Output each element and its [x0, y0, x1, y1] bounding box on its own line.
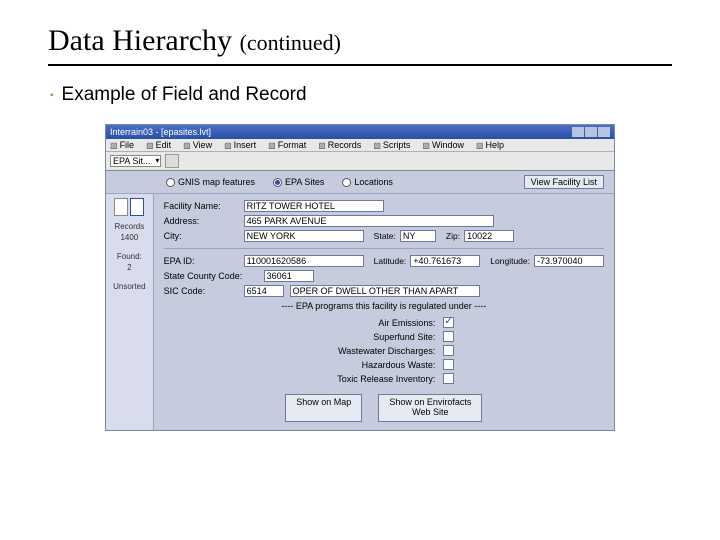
- programs-header: ---- EPA programs this facility is regul…: [164, 301, 604, 311]
- show-on-web-line1: Show on Envirofacts: [389, 397, 471, 407]
- zip-label: Zip:: [446, 231, 460, 241]
- city-field[interactable]: NEW YORK: [244, 230, 364, 242]
- air-emissions-label: Air Emissions:: [313, 318, 443, 328]
- record-thumb-icon[interactable]: [114, 198, 128, 216]
- records-label: Records: [108, 222, 151, 231]
- menu-edit[interactable]: Edit: [146, 140, 171, 150]
- minimize-icon[interactable]: [572, 127, 584, 137]
- menu-scripts[interactable]: Scripts: [373, 140, 410, 150]
- radio-dot-icon: [273, 178, 282, 187]
- facility-name-label: Facility Name:: [164, 201, 244, 211]
- zip-field[interactable]: 10022: [464, 230, 514, 242]
- county-code-field[interactable]: 36061: [264, 270, 314, 282]
- state-label: State:: [374, 231, 396, 241]
- layer-select[interactable]: EPA Sit...: [110, 155, 161, 167]
- show-on-web-line2: Web Site: [412, 407, 448, 417]
- radio-epa[interactable]: EPA Sites: [273, 177, 324, 187]
- layer-radio-row: GNIS map features EPA Sites Locations Vi…: [106, 171, 614, 194]
- sic-code-label: SIC Code:: [164, 286, 244, 296]
- menu-view[interactable]: View: [183, 140, 212, 150]
- window-body: Records 1400 Found: 2 Unsorted Facility …: [106, 194, 614, 430]
- radio-dot-icon: [166, 178, 175, 187]
- title-continued: (continued): [240, 30, 341, 55]
- record-thumb-icon[interactable]: [130, 198, 144, 216]
- menu-insert[interactable]: Insert: [224, 140, 256, 150]
- latitude-label: Latitude:: [374, 256, 407, 266]
- air-emissions-checkbox[interactable]: [443, 317, 454, 328]
- window-title: Interrain03 - [epasites.lvt]: [110, 127, 211, 137]
- address-label: Address:: [164, 216, 244, 226]
- toolbar: EPA Sit...: [106, 152, 614, 171]
- menu-format[interactable]: Format: [268, 140, 306, 150]
- epaid-field[interactable]: 110001620586: [244, 255, 364, 267]
- radio-locations-label: Locations: [354, 177, 393, 187]
- address-field[interactable]: 465 PARK AVENUE: [244, 215, 494, 227]
- slide-title: Data Hierarchy (continued): [48, 24, 672, 58]
- menu-help[interactable]: Help: [476, 140, 504, 150]
- sic-desc-field[interactable]: OPER OF DWELL OTHER THAN APART: [290, 285, 480, 297]
- wastewater-checkbox[interactable]: [443, 345, 454, 356]
- show-on-web-button[interactable]: Show on EnvirofactsWeb Site: [378, 394, 482, 422]
- longitude-label: Longitude:: [490, 256, 530, 266]
- records-count: 1400: [108, 233, 151, 242]
- wastewater-label: Wastewater Discharges:: [313, 346, 443, 356]
- county-code-label: State County Code:: [164, 271, 264, 281]
- latitude-field[interactable]: +40.761673: [410, 255, 480, 267]
- tri-checkbox[interactable]: [443, 373, 454, 384]
- menu-window[interactable]: Window: [422, 140, 464, 150]
- epaid-label: EPA ID:: [164, 256, 244, 266]
- radio-gnis-label: GNIS map features: [178, 177, 255, 187]
- hazwaste-label: Hazardous Waste:: [313, 360, 443, 370]
- radio-epa-label: EPA Sites: [285, 177, 324, 187]
- longitude-field[interactable]: -73.970040: [534, 255, 604, 267]
- form-area: Facility Name: RITZ TOWER HOTEL Address:…: [154, 194, 614, 430]
- tri-label: Toxic Release Inventory:: [313, 374, 443, 384]
- screenshot-window: Interrain03 - [epasites.lvt] File Edit V…: [105, 124, 615, 431]
- menu-file[interactable]: File: [110, 140, 134, 150]
- close-icon[interactable]: [598, 127, 610, 137]
- window-controls: [572, 127, 610, 137]
- state-field[interactable]: NY: [400, 230, 436, 242]
- sic-code-field[interactable]: 6514: [244, 285, 284, 297]
- title-main: Data Hierarchy: [48, 24, 232, 57]
- title-divider: [48, 64, 672, 66]
- title-bar: Interrain03 - [epasites.lvt]: [106, 125, 614, 139]
- show-on-map-button[interactable]: Show on Map: [285, 394, 362, 422]
- menu-records[interactable]: Records: [318, 140, 361, 150]
- slide-subtitle: Example of Field and Record: [50, 84, 672, 106]
- superfund-label: Superfund Site:: [313, 332, 443, 342]
- radio-gnis[interactable]: GNIS map features: [166, 177, 255, 187]
- found-count: 2: [108, 263, 151, 272]
- found-label: Found:: [108, 252, 151, 261]
- superfund-checkbox[interactable]: [443, 331, 454, 342]
- toolbar-icon[interactable]: [165, 154, 179, 168]
- maximize-icon[interactable]: [585, 127, 597, 137]
- radio-dot-icon: [342, 178, 351, 187]
- form-divider: [164, 248, 604, 249]
- city-label: City:: [164, 231, 244, 241]
- sort-status: Unsorted: [108, 282, 151, 291]
- hazwaste-checkbox[interactable]: [443, 359, 454, 370]
- record-sidebar: Records 1400 Found: 2 Unsorted: [106, 194, 154, 430]
- facility-name-field[interactable]: RITZ TOWER HOTEL: [244, 200, 384, 212]
- view-facility-list-button[interactable]: View Facility List: [524, 175, 604, 189]
- radio-locations[interactable]: Locations: [342, 177, 393, 187]
- menu-bar: File Edit View Insert Format Records Scr…: [106, 139, 614, 152]
